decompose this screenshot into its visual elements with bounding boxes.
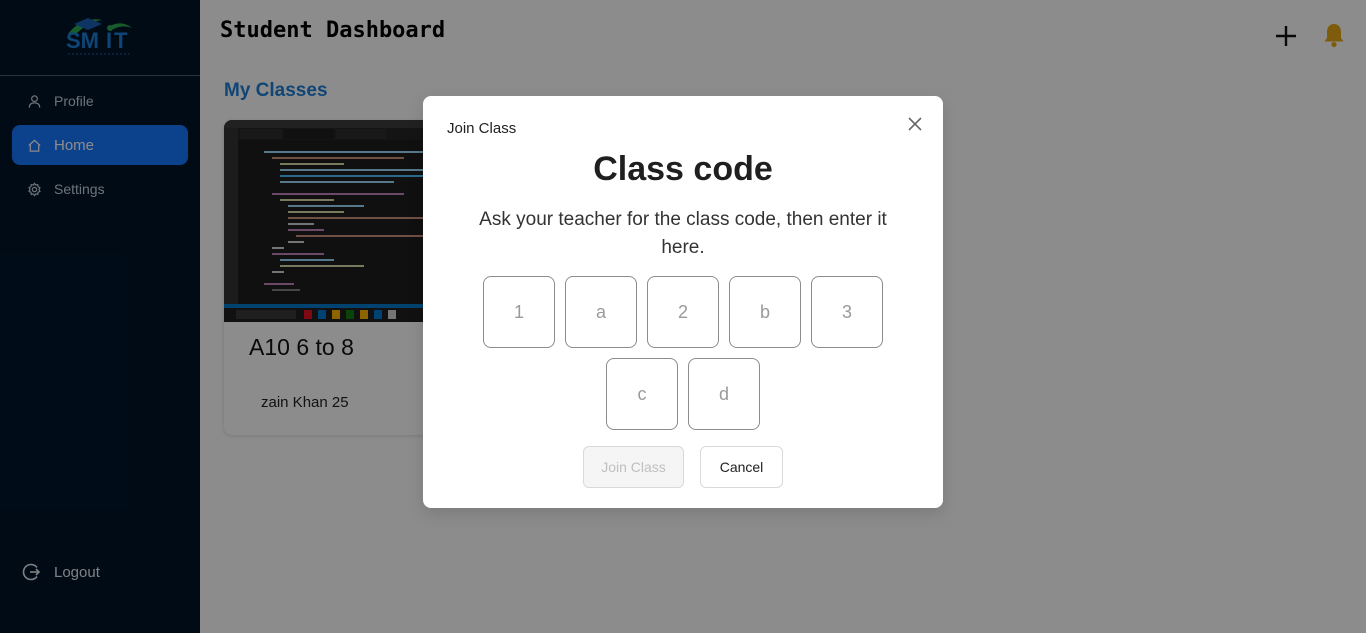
code-input-2[interactable] <box>565 276 637 348</box>
close-button[interactable] <box>905 114 925 134</box>
join-class-button[interactable]: Join Class <box>583 446 684 488</box>
code-input-1[interactable] <box>483 276 555 348</box>
code-input-4[interactable] <box>729 276 801 348</box>
code-input-3[interactable] <box>647 276 719 348</box>
join-class-modal: Join Class Class code Ask your teacher f… <box>423 96 943 508</box>
code-input-7[interactable] <box>688 358 760 430</box>
close-icon <box>908 117 922 131</box>
cancel-button[interactable]: Cancel <box>700 446 783 488</box>
code-input-6[interactable] <box>606 358 678 430</box>
modal-title: Join Class <box>447 120 517 137</box>
modal-description: Ask your teacher for the class code, the… <box>479 209 887 258</box>
modal-heading: Class code <box>593 150 773 188</box>
code-input-5[interactable] <box>811 276 883 348</box>
